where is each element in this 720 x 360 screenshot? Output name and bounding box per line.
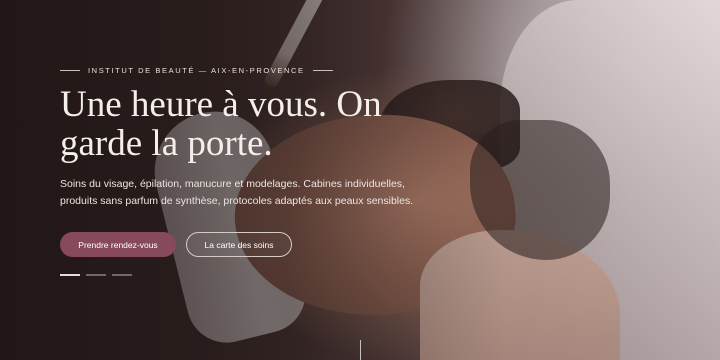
eyebrow-line-right	[312, 70, 333, 71]
hero-eyebrow: INSTITUT DE BEAUTÉ — AIX-EN-PROVENCE	[60, 66, 480, 75]
scroll-indicator	[360, 340, 361, 360]
eyebrow-line-left	[60, 70, 80, 71]
hero-headline: Une heure à vous. On garde la porte.	[60, 84, 382, 164]
slide-dot-1[interactable]	[60, 274, 80, 276]
slide-indicator	[60, 274, 480, 276]
slide-dot-2[interactable]	[86, 274, 106, 276]
eyebrow-text: INSTITUT DE BEAUTÉ — AIX-EN-PROVENCE	[88, 66, 305, 75]
treatment-menu-button[interactable]: La carte des soins	[186, 232, 292, 257]
slide-dot-3[interactable]	[112, 274, 132, 276]
hero-content: INSTITUT DE BEAUTÉ — AIX-EN-PROVENCE Une…	[60, 66, 480, 276]
book-appointment-button[interactable]: Prendre rendez-vous	[60, 232, 176, 257]
hero-subtext: Soins du visage, épilation, manucure et …	[60, 178, 414, 207]
hero-buttons: Prendre rendez-vous La carte des soins	[60, 232, 480, 257]
hero-section: INSTITUT DE BEAUTÉ — AIX-EN-PROVENCE Une…	[0, 0, 720, 360]
